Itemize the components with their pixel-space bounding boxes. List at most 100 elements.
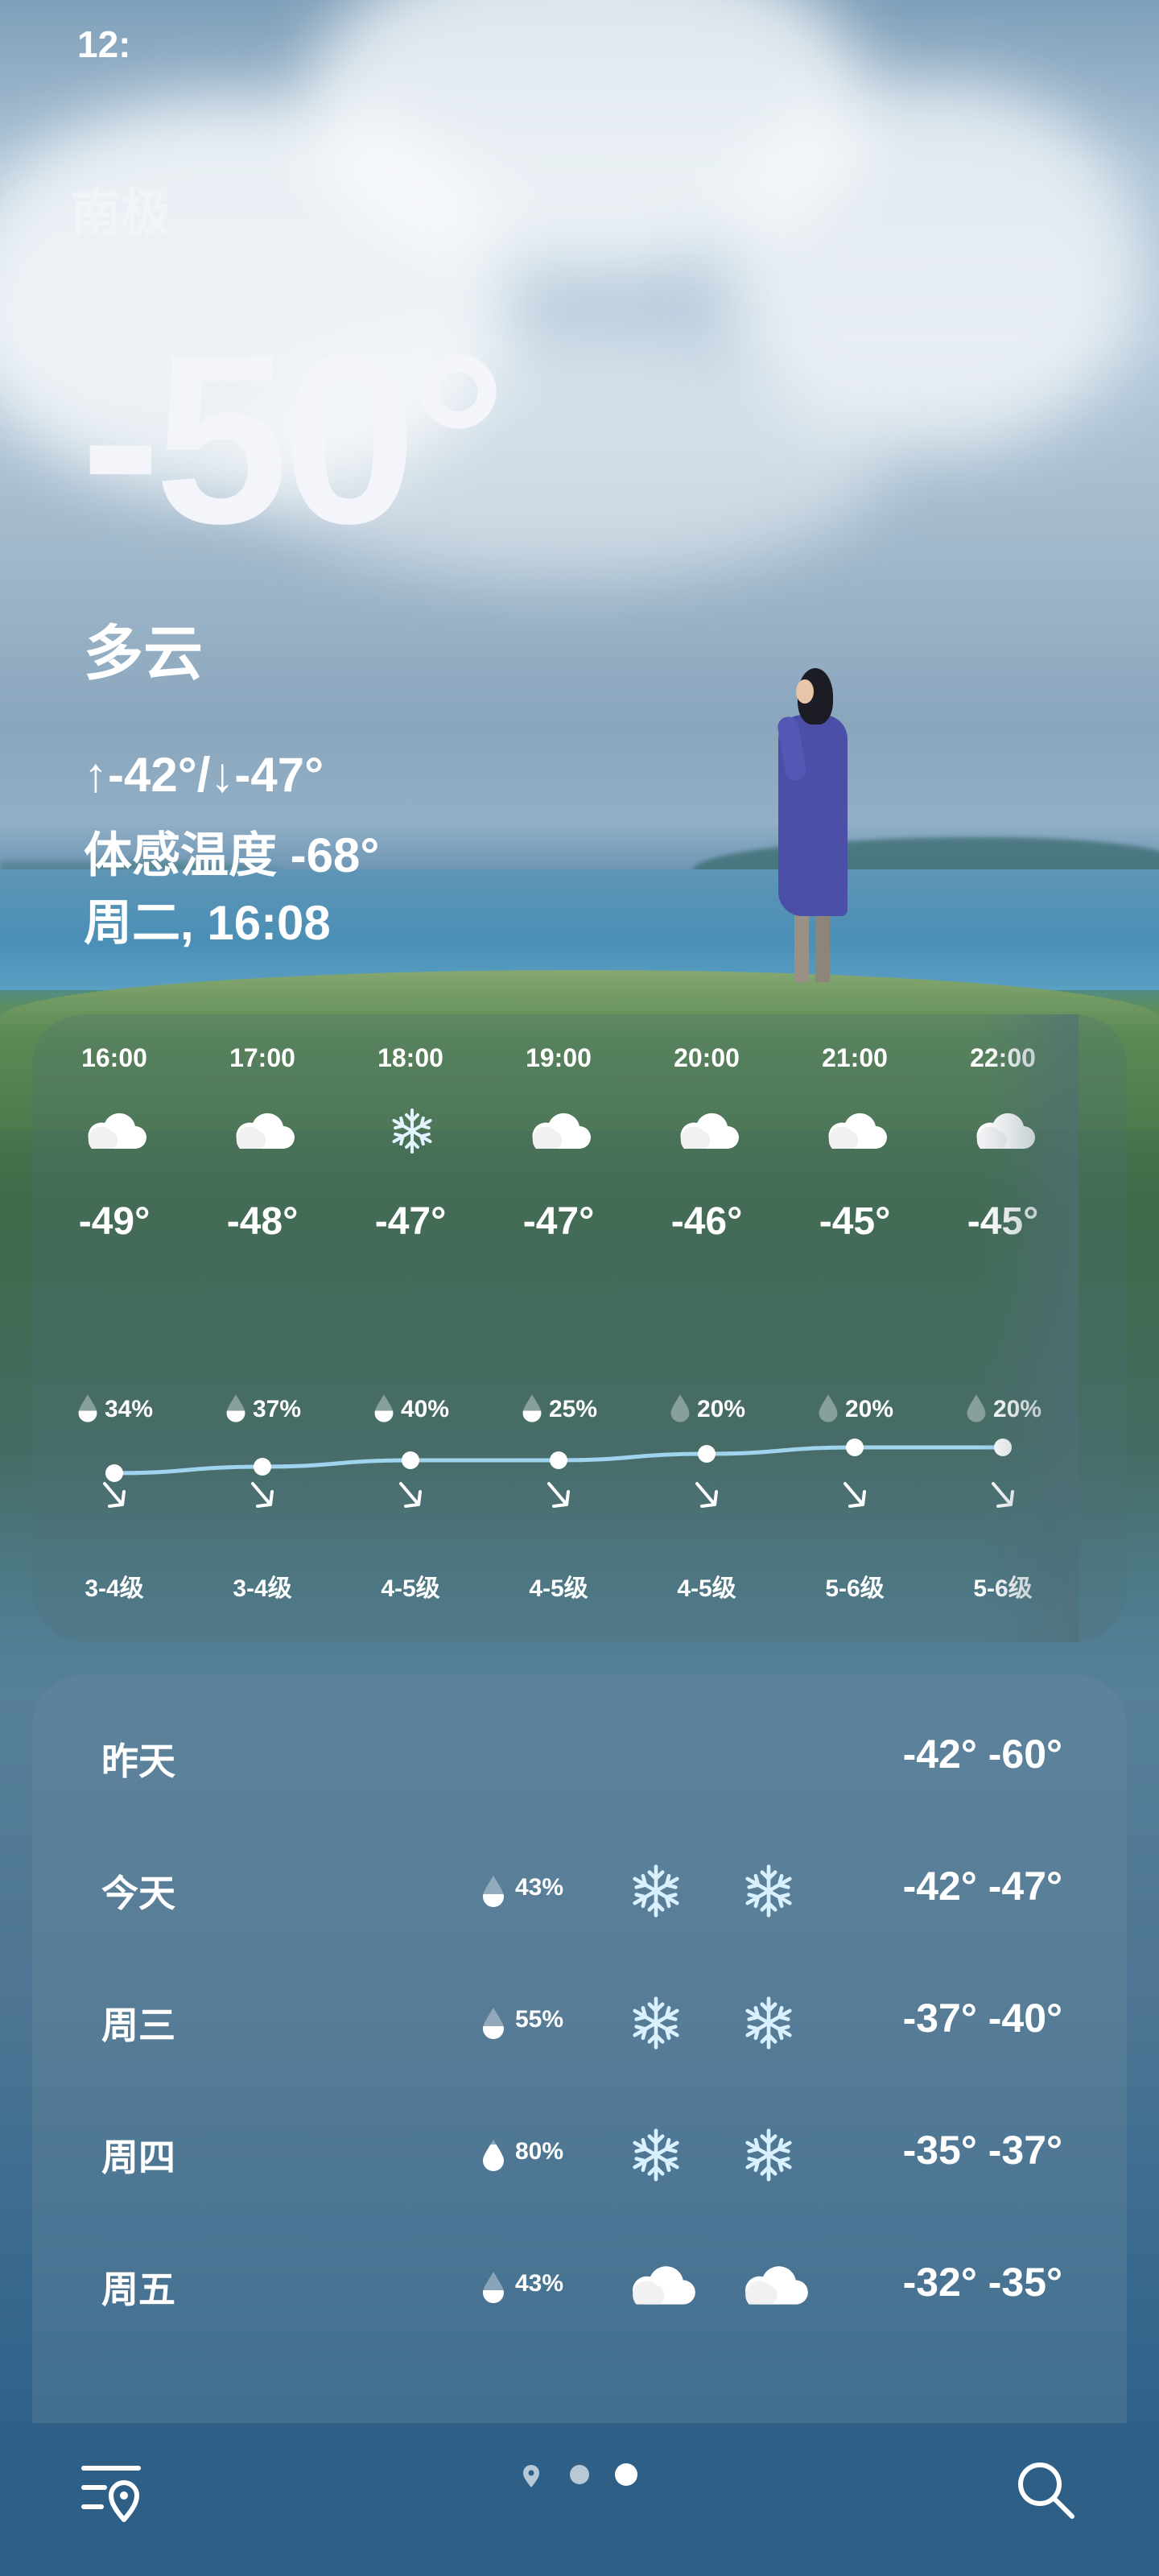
hour-precip: 20% <box>781 1393 929 1430</box>
temperature-point <box>994 1439 1012 1456</box>
snow-icon <box>628 1863 697 1919</box>
cloud-icon <box>232 1107 296 1155</box>
raindrop-icon <box>816 1393 840 1430</box>
day-precip: 55% <box>515 2006 564 2033</box>
day-label: 昨天 <box>101 1740 175 1782</box>
daily-row[interactable]: 周三 55% -37° -40° <box>32 1971 1127 2067</box>
hourly-forecast-card[interactable]: 16:00 -49° 34% 3-4级 17:00 -48° 37% 3-4级 … <box>32 1014 1127 1642</box>
leg <box>794 910 809 982</box>
hour-temp: -45° <box>819 1200 891 1243</box>
hour-wind: 4-5级 <box>381 1575 440 1602</box>
current-condition: 多云 <box>84 620 203 687</box>
feels-like: 体感温度 -68° <box>84 828 380 882</box>
day-label: 今天 <box>101 1872 175 1914</box>
hour-temp: -46° <box>670 1200 743 1243</box>
hour-precip: 37% <box>188 1393 336 1430</box>
location-list-icon[interactable] <box>80 2458 148 2526</box>
day-temps: -42° -60° <box>902 1732 1062 1777</box>
cloud-icon <box>528 1107 592 1155</box>
day-precip: 80% <box>515 2138 564 2165</box>
raindrop-icon <box>76 1393 100 1430</box>
wind-direction-icon <box>689 1477 724 1513</box>
day-precip: 43% <box>515 2270 564 2297</box>
location-pin-icon <box>523 2465 539 2487</box>
hour-wind: 3-4级 <box>233 1575 292 1602</box>
cloud-icon <box>740 2259 810 2315</box>
wind-direction-icon <box>245 1477 280 1513</box>
face <box>796 679 814 704</box>
hourly-scroll[interactable]: 16:00 -49° 34% 3-4级 17:00 -48° 37% 3-4级 … <box>32 1014 1069 1642</box>
daily-row[interactable]: 昨天 -42° -60° <box>32 1707 1127 1803</box>
page-dot <box>570 2465 589 2484</box>
day-temps: -37° -40° <box>902 1996 1062 2041</box>
day-temps: -32° -35° <box>902 2260 1062 2305</box>
temperature-point <box>254 1458 271 1476</box>
high-low-temps: ↑-42°/↓-47° <box>84 748 324 802</box>
current-temperature: -50° <box>80 303 507 574</box>
daily-row[interactable]: 周四 80% -35° -37° <box>32 2103 1127 2199</box>
hour-temp: -47° <box>522 1200 595 1243</box>
hour-time: 16:00 <box>81 1043 147 1072</box>
snow-icon <box>740 2127 810 2183</box>
daily-row[interactable]: 今天 43% -42° -47° <box>32 1839 1127 1935</box>
day-temps: -42° -47° <box>902 1864 1062 1909</box>
snow-icon <box>380 1107 444 1155</box>
wind-direction-icon <box>393 1477 428 1513</box>
hour-precip: 34% <box>40 1393 188 1430</box>
hour-precip-value: 20% <box>696 1396 746 1422</box>
hour-wind: 5-6级 <box>973 1575 1033 1602</box>
snow-icon <box>740 1995 810 2051</box>
hour-precip-value: 40% <box>400 1396 450 1422</box>
day-precip: 43% <box>515 1874 564 1901</box>
current-datetime: 周二, 16:08 <box>84 896 331 950</box>
page-indicator[interactable] <box>515 2460 644 2492</box>
page-dot-active <box>615 2463 637 2486</box>
cloud-icon <box>84 1107 148 1155</box>
hour-time: 22:00 <box>970 1043 1036 1072</box>
raindrop-icon <box>520 1393 544 1430</box>
day-label: 周三 <box>101 2004 175 2046</box>
snow-icon <box>628 1995 697 2051</box>
cloud-icon <box>676 1107 740 1155</box>
cloud-icon <box>628 2259 697 2315</box>
hour-temp: -47° <box>374 1200 447 1243</box>
hour-precip-value: 25% <box>548 1396 598 1422</box>
raindrop-icon <box>372 1393 396 1430</box>
person-illustration <box>769 668 865 990</box>
daily-row[interactable]: 周五 43% -32° -35° <box>32 2235 1127 2331</box>
search-icon[interactable] <box>1011 2455 1079 2523</box>
daily-forecast-card[interactable]: 昨天 -42° -60° 今天 43% -42° -47° 周三 55% -37… <box>32 1674 1127 2423</box>
day-label: 周四 <box>101 2136 175 2178</box>
raindrop-icon <box>668 1393 692 1430</box>
hour-time: 17:00 <box>229 1043 295 1072</box>
wind-direction-icon <box>837 1477 872 1513</box>
day-label: 周五 <box>101 2268 175 2310</box>
hour-time: 18:00 <box>377 1043 443 1072</box>
hour-time: 19:00 <box>526 1043 592 1072</box>
raindrop-icon <box>480 2006 507 2040</box>
hour-precip-value: 20% <box>844 1396 894 1422</box>
raindrop-icon <box>480 1874 507 1908</box>
hour-precip: 20% <box>633 1393 781 1430</box>
raindrop-icon <box>964 1393 988 1430</box>
leg <box>815 910 830 982</box>
hour-precip-value: 20% <box>992 1396 1042 1422</box>
hour-wind: 5-6级 <box>825 1575 885 1602</box>
hour-wind: 4-5级 <box>677 1575 736 1602</box>
location-name: 南极 <box>71 186 171 242</box>
hour-precip: 40% <box>336 1393 485 1430</box>
hour-wind: 3-4级 <box>85 1575 144 1602</box>
wind-direction-icon <box>985 1477 1021 1513</box>
hour-precip: 20% <box>929 1393 1069 1430</box>
snow-icon <box>628 2127 697 2183</box>
hour-temp: -48° <box>226 1200 299 1243</box>
hour-precip: 25% <box>485 1393 633 1430</box>
wind-direction-icon <box>541 1477 576 1513</box>
day-temps: -35° -37° <box>902 2128 1062 2173</box>
raindrop-icon <box>480 2138 507 2172</box>
hour-temp: -45° <box>967 1200 1039 1243</box>
bottom-nav <box>0 2423 1159 2576</box>
hour-time: 21:00 <box>822 1043 888 1072</box>
temperature-point <box>846 1439 864 1456</box>
temperature-point <box>550 1451 567 1469</box>
